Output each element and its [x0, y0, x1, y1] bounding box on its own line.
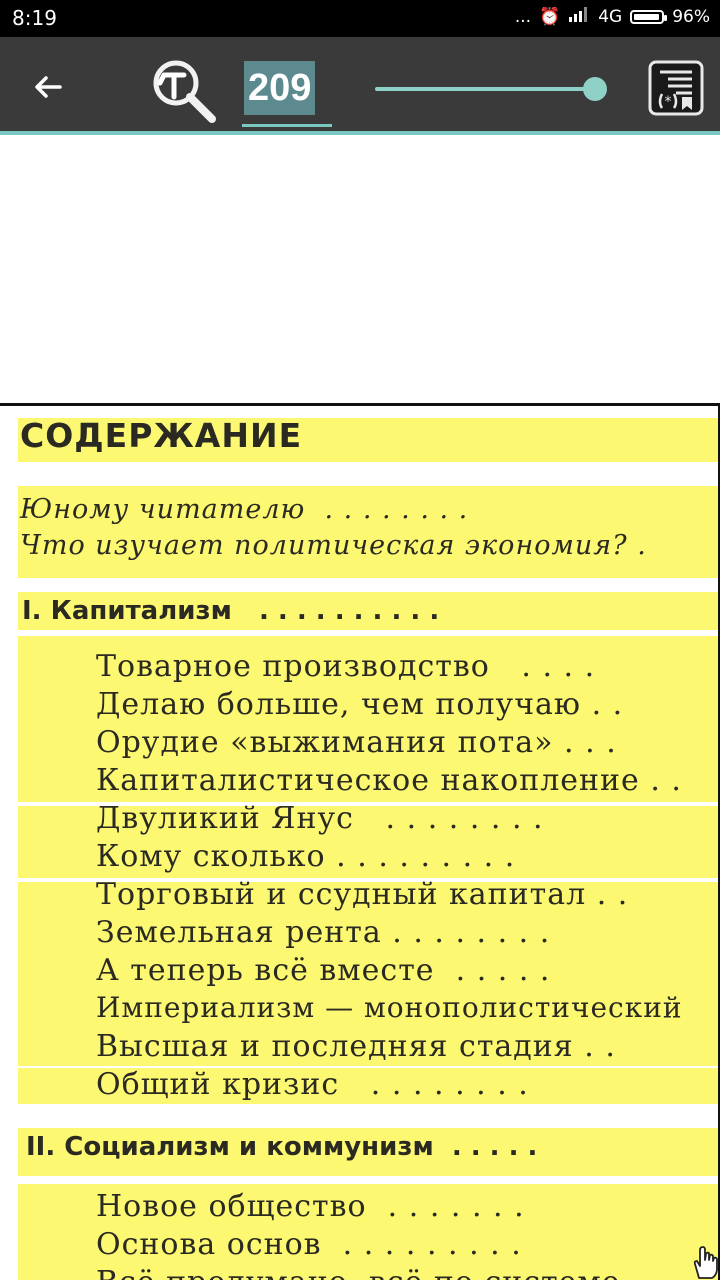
- toc-entry[interactable]: Делаю больше, чем получаю . .: [96, 687, 623, 722]
- toc-entry-text: Капиталистическое накопление: [96, 763, 640, 798]
- toc-leader-dots: . . .: [564, 725, 617, 760]
- slider-thumb[interactable]: [583, 77, 607, 101]
- toc-entry-text: Основа основ: [96, 1227, 322, 1262]
- network-label: 4G: [598, 6, 623, 27]
- toc-entry-text: Орудие «выжимания пота»: [96, 725, 554, 760]
- toc-entry[interactable]: Империализм — монополистический: [96, 991, 683, 1024]
- status-bar: 8:19 ... ⏰ 4G 96%: [0, 0, 720, 37]
- page-number-underline: [242, 124, 332, 127]
- toc-entry-text: Империализм — монополистический: [96, 991, 683, 1024]
- toc-leader-dots: . . . . . . . .: [392, 915, 551, 950]
- toc-leader-dots: . . . . . . . . .: [336, 839, 516, 874]
- toc-entry[interactable]: Высшая и последняя стадия . .: [96, 1029, 616, 1064]
- battery-icon: [630, 9, 668, 24]
- toc-leader-dots: . . . .: [521, 649, 596, 684]
- toc-entry[interactable]: Общий кризис . . . . . . . .: [96, 1067, 529, 1102]
- toc-entry[interactable]: А теперь всё вместе . . . . .: [96, 953, 550, 988]
- signal-icon: [568, 6, 590, 27]
- toc-entry-text: Кому сколько: [96, 839, 326, 874]
- contents-heading: СОДЕРЖАНИЕ: [20, 416, 303, 455]
- toc-leader-dots: . . . . . . . .: [324, 494, 469, 525]
- zoom-search-icon[interactable]: [150, 57, 220, 123]
- toc-entry-text: Что изучает политическая экономия?: [20, 530, 628, 561]
- toc-entry-text: Новое общество: [96, 1189, 367, 1224]
- toc-part-title[interactable]: I. Капитализм . . . . . . . . . .: [22, 596, 439, 626]
- toc-leader-dots: . . . . . . . . .: [342, 1227, 522, 1262]
- toc-leader-dots: . . . . . . . .: [370, 1067, 529, 1102]
- status-dots: ...: [514, 6, 532, 27]
- status-time: 8:19: [12, 6, 57, 30]
- toc-part-text: I. Капитализм: [22, 596, 232, 626]
- bookmarks-list-icon[interactable]: *: [648, 60, 704, 116]
- back-arrow-icon[interactable]: [28, 67, 68, 107]
- status-icons: ... ⏰ 4G 96%: [515, 6, 710, 27]
- toc-entry-text: Двуликий Янус: [96, 801, 354, 836]
- toc-entry[interactable]: Орудие «выжимания пота» . . .: [96, 725, 617, 760]
- toc-entry[interactable]: Что изучает политическая экономия? .: [20, 530, 647, 561]
- toc-entry-text: Высшая и последняя стадия: [96, 1029, 574, 1064]
- toc-entry-text: Торговый и ссудный капитал: [96, 877, 587, 912]
- page-slider[interactable]: [375, 77, 607, 101]
- slider-track[interactable]: [375, 87, 595, 91]
- battery-percent: 96%: [672, 6, 710, 27]
- svg-text:*: *: [665, 94, 672, 110]
- toc-part-title[interactable]: II. Социализм и коммунизм . . . . .: [26, 1132, 537, 1162]
- toc-entry[interactable]: Юному читателю . . . . . . . .: [20, 494, 468, 525]
- hand-cursor-icon: [690, 1244, 720, 1280]
- alarm-icon: ⏰: [539, 6, 561, 27]
- toc-leader-dots: . . . . .: [451, 1132, 538, 1162]
- toc-leader-dots: . .: [596, 877, 629, 912]
- toc-entry-text: Товарное производство: [96, 649, 490, 684]
- toc-entry[interactable]: Товарное производство . . . .: [96, 649, 595, 684]
- toc-entry-text: Делаю больше, чем получаю: [96, 687, 582, 722]
- toc-leader-dots: . .: [591, 687, 624, 722]
- toc-leader-dots: . . . . .: [455, 953, 551, 988]
- toc-entry-text: А теперь всё вместе: [96, 953, 435, 988]
- toolbar-accent-line: [0, 131, 720, 135]
- toc-leader-dots: . . . . . . . .: [385, 801, 544, 836]
- document-page[interactable]: СОДЕРЖАНИЕ Юному читателю . . . . . . . …: [0, 406, 718, 1280]
- toc-entry-text: Общий кризис: [96, 1067, 340, 1102]
- toc-entry[interactable]: Новое общество . . . . . . .: [96, 1189, 525, 1224]
- toc-leader-dots: .: [637, 530, 647, 561]
- page-gap: [0, 139, 720, 403]
- toc-leader-dots: . . . . . . .: [387, 1189, 525, 1224]
- reader-toolbar: 209 *: [0, 37, 720, 135]
- toc-entry[interactable]: Кому сколько . . . . . . . . .: [96, 839, 515, 874]
- toc-entry-text: Земельная рента: [96, 915, 382, 950]
- toc-leader-dots: . .: [650, 763, 682, 798]
- toc-leader-dots: . .: [584, 1029, 616, 1064]
- toc-part-text: II. Социализм и коммунизм: [26, 1132, 434, 1162]
- toc-entry[interactable]: Торговый и ссудный капитал . .: [96, 877, 628, 912]
- toc-entry[interactable]: Земельная рента . . . . . . . .: [96, 915, 550, 950]
- toc-entry[interactable]: Капиталистическое накопление . .: [96, 763, 682, 798]
- toc-entry-text: Всё продумано, всё по системе: [96, 1265, 620, 1280]
- page-number-input[interactable]: 209: [242, 59, 332, 127]
- toc-leader-dots: . . . . . . . . . .: [258, 596, 440, 626]
- toc-entry-text: Юному читателю: [20, 494, 306, 525]
- page-number-value[interactable]: 209: [244, 61, 316, 115]
- toc-entry[interactable]: Двуликий Янус . . . . . . . .: [96, 801, 544, 836]
- toc-entry[interactable]: Основа основ . . . . . . . . .: [96, 1227, 522, 1262]
- toc-entry[interactable]: Всё продумано, всё по системе: [96, 1265, 620, 1280]
